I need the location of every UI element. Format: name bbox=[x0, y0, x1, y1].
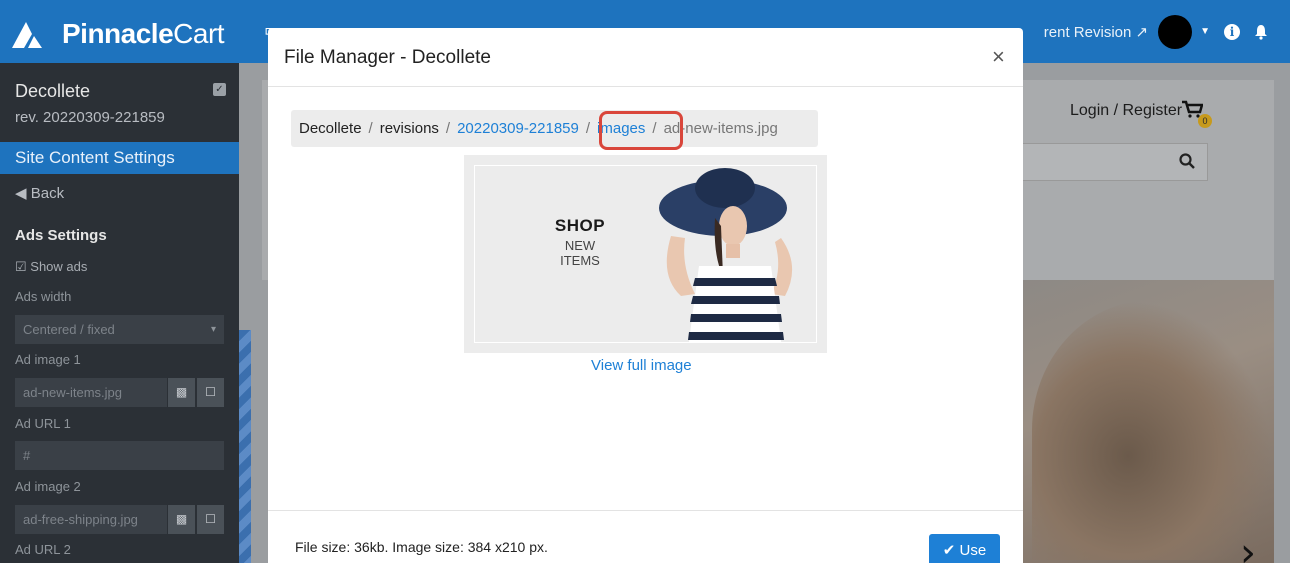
ad-image-frame: SHOP NEW ITEMS bbox=[474, 165, 817, 343]
image-preview: SHOP NEW ITEMS bbox=[464, 155, 827, 353]
section-title: Site Content Settings bbox=[0, 142, 239, 174]
ad-shop-title: SHOP bbox=[554, 216, 606, 235]
ads-width-select[interactable]: Centered / fixed ▾ bbox=[15, 315, 224, 344]
cart-count-badge: 0 bbox=[1198, 114, 1212, 128]
site-checkbox[interactable]: ✓ bbox=[213, 83, 226, 96]
modal-footer-divider bbox=[268, 510, 1023, 511]
chevron-down-icon: ▾ bbox=[210, 324, 216, 335]
use-button[interactable]: ✔ Use bbox=[929, 534, 1000, 563]
ad-image-2-input[interactable]: ad-free-shipping.jpg bbox=[15, 505, 167, 534]
modal-title: File Manager - Decollete bbox=[284, 47, 491, 68]
view-full-image-link[interactable]: View full image bbox=[591, 357, 692, 374]
ads-settings-heading: Ads Settings bbox=[15, 227, 107, 244]
external-link-icon: ↗ bbox=[1135, 23, 1149, 41]
hero-hair-shape bbox=[1032, 300, 1272, 560]
login-register-link[interactable]: Login / Register bbox=[1070, 102, 1182, 120]
clear-image-icon[interactable]: ☐ bbox=[197, 378, 224, 407]
model-illustration bbox=[659, 168, 793, 342]
ad-image-1-label: Ad image 1 bbox=[15, 352, 81, 367]
image-picker-icon[interactable]: ▩ bbox=[168, 505, 195, 534]
search-icon[interactable] bbox=[1179, 153, 1195, 169]
pinnaclecart-logo[interactable]: PinnacleCart bbox=[12, 18, 225, 50]
image-picker-icon[interactable]: ▩ bbox=[168, 378, 195, 407]
decorative-strip bbox=[239, 330, 251, 563]
current-revision-link[interactable]: rent Revision ↗ bbox=[1044, 23, 1148, 41]
breadcrumb-root[interactable]: Decollete bbox=[299, 120, 362, 137]
breadcrumb-separator: / bbox=[368, 120, 373, 137]
logo-text: PinnacleCart bbox=[62, 18, 225, 49]
sidebar: Decollete ✓ rev. 20220309-221859 Site Co… bbox=[0, 63, 239, 563]
checkbox-checked-icon: ☑ bbox=[15, 259, 27, 274]
ad-image-2-label: Ad image 2 bbox=[15, 479, 81, 494]
file-info-text: File size: 36kb. Image size: 384 x210 px… bbox=[295, 539, 548, 555]
chevron-right-icon[interactable]: › bbox=[1240, 530, 1256, 563]
bell-icon[interactable] bbox=[1254, 24, 1268, 40]
breadcrumb-separator: / bbox=[445, 120, 451, 137]
breadcrumb: Decollete / revisions / 20220309-221859 … bbox=[291, 110, 818, 147]
highlight-annotation bbox=[599, 111, 683, 150]
ad-shop-subtitle: NEW ITEMS bbox=[560, 238, 600, 268]
show-ads-checkbox[interactable]: ☑ Show ads bbox=[15, 259, 87, 275]
pinnacle-logo-icon bbox=[12, 22, 42, 48]
clear-image-icon[interactable]: ☐ bbox=[197, 505, 224, 534]
breadcrumb-separator: / bbox=[585, 120, 591, 137]
ad-url-1-label: Ad URL 1 bbox=[15, 416, 71, 431]
back-button[interactable]: ◀ Back bbox=[15, 184, 64, 202]
modal-header: File Manager - Decollete × bbox=[268, 28, 1023, 87]
ads-width-label: Ads width bbox=[15, 289, 72, 304]
breadcrumb-revisions[interactable]: revisions bbox=[380, 120, 439, 137]
info-icon[interactable]: i bbox=[1224, 23, 1240, 40]
ad-text-block: SHOP NEW ITEMS bbox=[545, 216, 615, 268]
arrow-left-circle-icon: ◀ bbox=[15, 185, 27, 202]
revision-label: rev. 20220309-221859 bbox=[15, 109, 165, 126]
hero-image bbox=[1022, 280, 1274, 563]
ad-url-2-label: Ad URL 2 bbox=[15, 542, 71, 557]
close-icon[interactable]: × bbox=[992, 44, 1005, 70]
ad-image-1-input[interactable]: ad-new-items.jpg bbox=[15, 378, 167, 407]
file-manager-modal: File Manager - Decollete × Decollete / r… bbox=[268, 28, 1023, 563]
breadcrumb-revision-id[interactable]: 20220309-221859 bbox=[457, 120, 579, 137]
site-name: Decollete bbox=[15, 81, 91, 101]
checkmark-icon: ✔ bbox=[942, 542, 956, 559]
chevron-down-icon[interactable]: ▼ bbox=[1200, 26, 1210, 37]
avatar[interactable] bbox=[1158, 14, 1193, 49]
ad-url-1-input[interactable]: # bbox=[15, 441, 224, 470]
